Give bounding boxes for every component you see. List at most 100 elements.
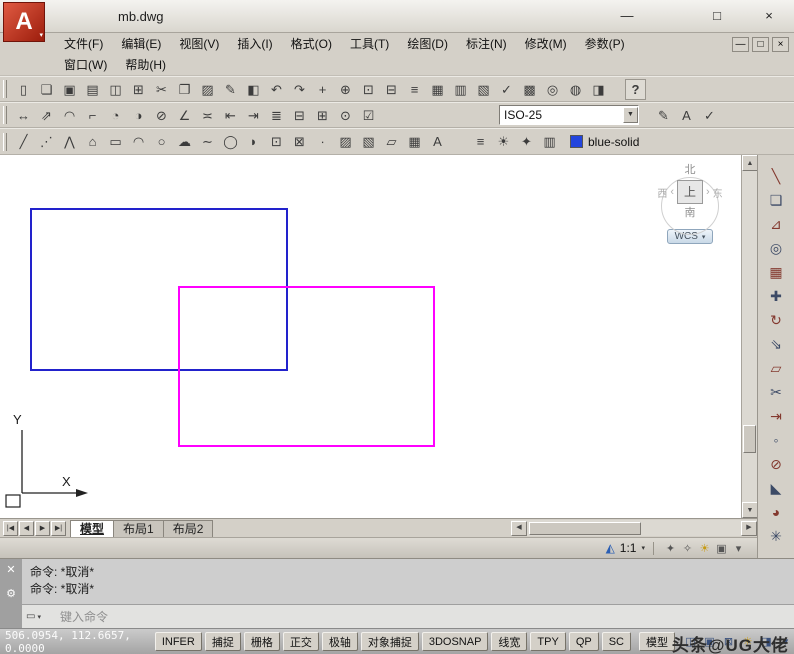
layer-states-icon[interactable]: ◍ — [565, 79, 586, 100]
explode-icon[interactable]: ✳ — [764, 524, 788, 547]
plot-preview-icon[interactable]: ◫ — [105, 79, 126, 100]
arc-icon[interactable]: ◠ — [128, 131, 149, 152]
chamfer-icon[interactable]: ◣ — [764, 476, 788, 499]
layer-properties-icon[interactable]: ◎ — [542, 79, 563, 100]
plot-icon[interactable]: ▤ — [82, 79, 103, 100]
menu-item[interactable]: 标注(N) — [457, 34, 516, 55]
dim-arc-length-icon[interactable]: ◠ — [59, 105, 80, 126]
vertical-scrollbar[interactable]: ▲ ▼ — [741, 155, 757, 518]
annotation-scale-value[interactable]: 1:1 — [620, 541, 637, 555]
menu-item[interactable]: 绘图(D) — [398, 34, 457, 55]
move-icon[interactable]: ✚ — [764, 284, 788, 307]
toolbar-grip[interactable] — [3, 106, 7, 124]
status-toggle[interactable]: SC — [602, 632, 631, 651]
scroll-down-button[interactable]: ▼ — [742, 502, 758, 518]
drawing-canvas[interactable]: 北 西 ‹ 上 › 东 南 WCS ▾ Y X — [0, 155, 741, 518]
tab-nav-button[interactable]: |◀ — [3, 521, 18, 536]
sheet-set-manager-icon[interactable]: ▧ — [473, 79, 494, 100]
dim-linear-icon[interactable]: ↔ — [13, 105, 34, 126]
tab-nav-button[interactable]: ◀ — [19, 521, 34, 536]
status-toggle[interactable]: 捕捉 — [205, 632, 241, 651]
center-mark-icon[interactable]: ⊙ — [335, 105, 356, 126]
viewcube-up-button[interactable]: 上 — [677, 180, 703, 204]
help-button[interactable]: ? — [625, 79, 646, 100]
dim-style-control[interactable]: ISO-25 ▼ — [499, 105, 639, 125]
chevron-down-icon[interactable]: ▾ — [641, 544, 645, 552]
ellipse-arc-icon[interactable]: ◗ — [243, 131, 264, 152]
scroll-right-button[interactable]: ▶ — [741, 521, 757, 536]
status-toggle[interactable]: 对象捕捉 — [361, 632, 419, 651]
close-button[interactable]: × — [754, 6, 784, 26]
dim-aligned-icon[interactable]: ⇗ — [36, 105, 57, 126]
dim-diameter-icon[interactable]: ⊘ — [151, 105, 172, 126]
quick-calc-icon[interactable]: ▩ — [519, 79, 540, 100]
layout-tab[interactable]: 布局2 — [163, 520, 214, 537]
viewcube-west[interactable]: 西 — [657, 185, 667, 200]
vertical-scroll-track[interactable] — [742, 171, 757, 502]
toolbar-grip[interactable] — [3, 80, 7, 98]
insert-block-icon[interactable]: ⊡ — [266, 131, 287, 152]
layer-list-icon[interactable]: ≡ — [470, 131, 491, 152]
rectangle-icon[interactable]: ▭ — [105, 131, 126, 152]
layer-on-icon[interactable]: ☀ — [493, 131, 514, 152]
design-center-icon[interactable]: ▦ — [427, 79, 448, 100]
new-file-icon[interactable]: ▯ — [13, 79, 34, 100]
scroll-up-button[interactable]: ▲ — [742, 155, 758, 171]
menu-item[interactable]: 帮助(H) — [116, 55, 175, 76]
horizontal-scroll-track[interactable] — [527, 521, 741, 536]
dim-break-icon[interactable]: ⊟ — [289, 105, 310, 126]
dim-angular-icon[interactable]: ∠ — [174, 105, 195, 126]
menu-item[interactable]: 格式(O) — [282, 34, 341, 55]
hatch-icon[interactable]: ▨ — [335, 131, 356, 152]
mtext-icon[interactable]: A — [427, 131, 448, 152]
make-block-icon[interactable]: ⊠ — [289, 131, 310, 152]
stretch-icon[interactable]: ▱ — [764, 356, 788, 379]
menu-item[interactable]: 参数(P) — [576, 34, 634, 55]
polyline-icon[interactable]: ⋀ — [59, 131, 80, 152]
copy-clip-icon[interactable]: ❐ — [174, 79, 195, 100]
status-toggle[interactable]: QP — [569, 632, 599, 651]
status-toggle[interactable]: 栅格 — [244, 632, 280, 651]
model-space-button[interactable]: 模型 — [639, 632, 675, 651]
status-toggle[interactable]: 线宽 — [491, 632, 527, 651]
workspace-icon[interactable]: ◨ — [588, 79, 609, 100]
save-icon[interactable]: ▣ — [59, 79, 80, 100]
paste-icon[interactable]: ▨ — [197, 79, 218, 100]
menu-item[interactable]: 编辑(E) — [112, 34, 170, 55]
tolerance-icon[interactable]: ⊞ — [312, 105, 333, 126]
publish-icon[interactable]: ⊞ — [128, 79, 149, 100]
spline-icon[interactable]: ∼ — [197, 131, 218, 152]
scroll-left-button[interactable]: ◀ — [511, 521, 527, 536]
break-at-point-icon[interactable]: ◦ — [764, 428, 788, 451]
dim-update-icon[interactable]: ✓ — [699, 105, 720, 126]
dim-continue-icon[interactable]: ⇥ — [243, 105, 264, 126]
dim-spacing-icon[interactable]: ≣ — [266, 105, 287, 126]
chevron-down-icon[interactable]: ▼ — [623, 107, 638, 123]
match-properties-icon[interactable]: ✎ — [220, 79, 241, 100]
command-close-icon[interactable]: ✕ — [6, 565, 15, 576]
menu-item[interactable]: 工具(T) — [341, 34, 398, 55]
zoom-previous-icon[interactable]: ⊟ — [381, 79, 402, 100]
cut-icon[interactable]: ✂ — [151, 79, 172, 100]
toolbar-grip[interactable] — [3, 133, 7, 151]
command-customize-icon[interactable]: ⚙ — [6, 589, 16, 600]
viewcube[interactable]: 北 西 ‹ 上 › 东 南 WCS ▾ — [646, 163, 734, 244]
status-toggle[interactable]: TPY — [530, 632, 565, 651]
block-editor-icon[interactable]: ◧ — [243, 79, 264, 100]
copy-icon[interactable]: ❏ — [764, 188, 788, 211]
revision-cloud-icon[interactable]: ☁ — [174, 131, 195, 152]
recent-commands-button[interactable]: ▭ ▾ — [26, 611, 56, 622]
tab-nav-button[interactable]: ▶ — [35, 521, 50, 536]
quick-dim-icon[interactable]: ≍ — [197, 105, 218, 126]
polygon-icon[interactable]: ⌂ — [82, 131, 103, 152]
layer-isolate-icon[interactable]: ✦ — [516, 131, 537, 152]
workspace-shield-icon[interactable]: ▣ — [713, 542, 730, 555]
zoom-window-icon[interactable]: ⊡ — [358, 79, 379, 100]
fillet-icon[interactable]: ◕ — [764, 500, 788, 523]
construction-line-icon[interactable]: ⋰ — [36, 131, 57, 152]
line-icon[interactable]: ╱ — [13, 131, 34, 152]
scale-icon[interactable]: ⇘ — [764, 332, 788, 355]
dim-ordinate-icon[interactable]: ⌐ — [82, 105, 103, 126]
magenta-rectangle[interactable] — [178, 286, 435, 447]
status-caret-icon[interactable]: ▾ — [730, 542, 747, 555]
